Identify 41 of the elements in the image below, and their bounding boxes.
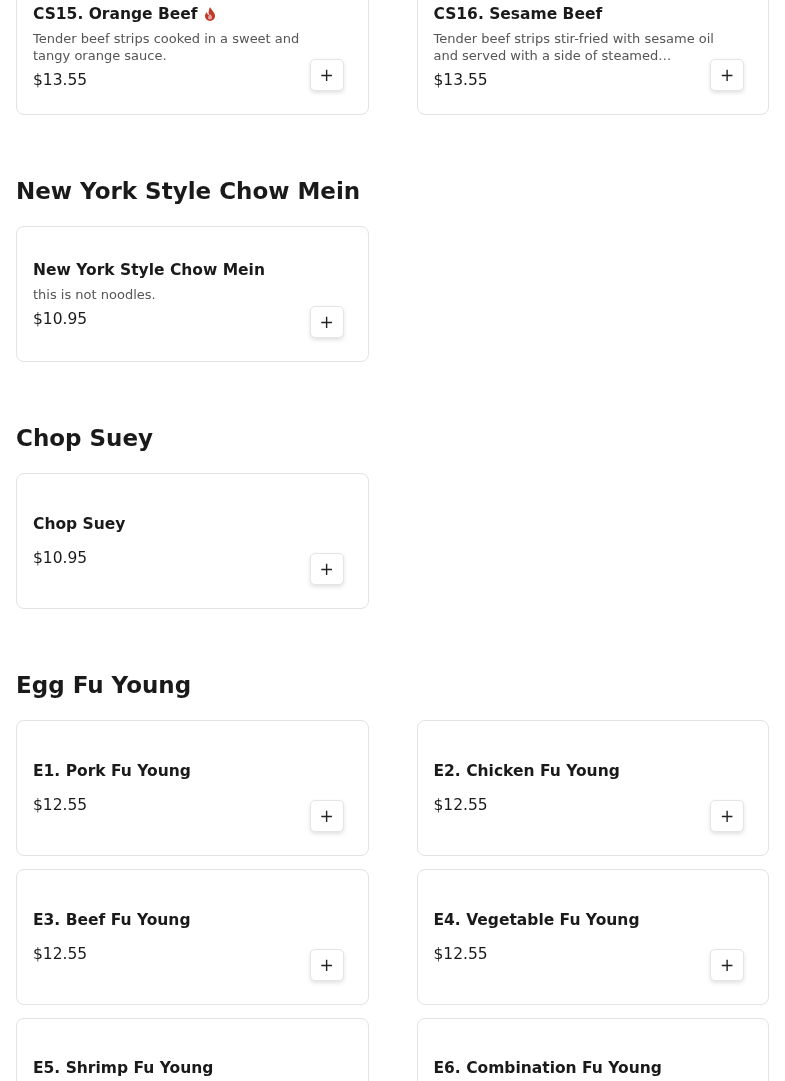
item-price: $10.95 bbox=[33, 548, 88, 568]
item-name: CS16. Sesame Beef bbox=[433, 4, 603, 24]
item-name: E3. Beef Fu Young bbox=[33, 910, 191, 930]
add-button[interactable]: + bbox=[309, 800, 344, 832]
add-button[interactable]: + bbox=[710, 59, 744, 91]
menu-item-card[interactable]: E6. Combination Fu Young bbox=[416, 1018, 769, 1081]
menu-item-card[interactable]: E4. Vegetable Fu Young $12.55 + bbox=[416, 869, 769, 1005]
item-name: E4. Vegetable Fu Young bbox=[433, 910, 640, 930]
add-button[interactable]: + bbox=[309, 306, 344, 338]
item-price: $12.55 bbox=[433, 944, 488, 964]
item-description: Tender beef strips cooked in a sweet and tangy orange sauce. bbox=[33, 30, 301, 64]
section-heading: Egg Fu Young bbox=[16, 671, 193, 700]
item-name: New York Style Chow Mein bbox=[33, 259, 265, 280]
item-name: E2. Chicken Fu Young bbox=[433, 761, 620, 781]
item-name: Chop Suey bbox=[33, 514, 126, 534]
item-name: E6. Combination Fu Young bbox=[433, 1058, 662, 1078]
item-description: this is not noodles. bbox=[33, 285, 156, 303]
add-button[interactable]: + bbox=[309, 553, 344, 585]
item-price: $12.55 bbox=[33, 795, 88, 815]
menu-item-card[interactable]: CS15. Orange Beef Tender beef strips cooked in a sweet and tangy orange sauce. $13.55 + bbox=[16, 0, 369, 115]
menu-item-card[interactable]: E3. Beef Fu Young $12.55 + bbox=[16, 869, 369, 1005]
add-button[interactable]: + bbox=[710, 949, 744, 981]
menu-item-card[interactable]: New York Style Chow Mein this is not noodles. $10.95 + bbox=[16, 226, 369, 362]
menu-item-card[interactable]: Chop Suey $10.95 + bbox=[16, 473, 369, 609]
menu-item-card[interactable]: E1. Pork Fu Young $12.55 + bbox=[16, 720, 369, 856]
add-button[interactable]: + bbox=[710, 800, 744, 832]
item-name: CS15. Orange Beef bbox=[33, 4, 198, 24]
section-heading: Chop Suey bbox=[16, 424, 155, 453]
add-button[interactable]: + bbox=[309, 949, 344, 981]
item-name: E5. Shrimp Fu Young bbox=[33, 1058, 214, 1078]
menu-item-card[interactable]: E5. Shrimp Fu Young bbox=[16, 1018, 369, 1081]
menu-item-card[interactable]: E2. Chicken Fu Young $12.55 + bbox=[416, 720, 769, 856]
add-button[interactable]: + bbox=[309, 59, 344, 91]
item-name: E1. Pork Fu Young bbox=[33, 761, 191, 781]
item-price: $13.55 bbox=[433, 70, 488, 90]
item-price: $12.55 bbox=[33, 944, 88, 964]
item-price: $10.95 bbox=[33, 308, 88, 329]
section-heading: New York Style Chow Mein bbox=[16, 177, 362, 206]
menu-item-card[interactable]: CS16. Sesame Beef Tender beef strips stir-fried with sesame oil and served with a side of steamed… $13.55 + bbox=[416, 0, 769, 115]
item-price: $13.55 bbox=[33, 70, 88, 90]
item-price: $12.55 bbox=[433, 795, 488, 815]
